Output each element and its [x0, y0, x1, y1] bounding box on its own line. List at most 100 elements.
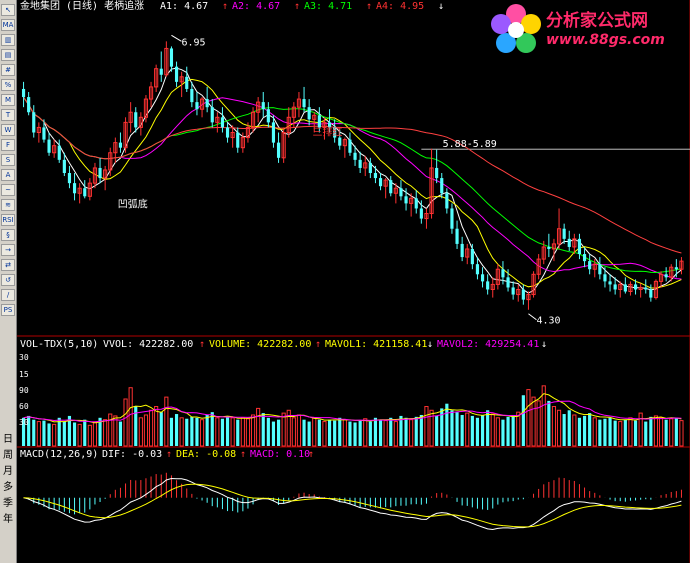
toolbar-button[interactable]: F [1, 139, 15, 151]
volume-bar [225, 416, 230, 446]
volume-bar [358, 420, 362, 446]
volume-bar [399, 415, 403, 446]
macd-label: MACD: 0.10 [250, 449, 311, 460]
volume-bar [118, 421, 123, 446]
volume-bar [608, 417, 612, 446]
toolbar-button[interactable]: M [1, 94, 15, 106]
candle-body [577, 238, 582, 255]
mavol1-arrow-icon: ↓ [427, 339, 434, 350]
low-price-label: 4.30 [536, 316, 560, 327]
toolbar-button[interactable]: ▤ [1, 49, 15, 61]
volume-bar [42, 420, 46, 446]
volume-bar [353, 422, 357, 446]
toolbar-button[interactable]: § [1, 229, 15, 241]
toolbar-button[interactable]: RSI [1, 214, 15, 226]
toolbar-button[interactable]: # [1, 64, 15, 76]
toolbar-button[interactable]: T [1, 109, 15, 121]
candle-body [169, 48, 174, 67]
high-price-label: 6.95 [181, 37, 205, 48]
volume-bar [317, 419, 321, 446]
toolbar-button[interactable]: ▥ [1, 34, 15, 46]
candle-body [582, 254, 587, 262]
ma60-line [23, 96, 682, 254]
candle-body [210, 107, 214, 123]
period-button[interactable]: 日 [0, 432, 16, 448]
volume-bar [633, 420, 638, 446]
period-button[interactable]: 月 [0, 464, 16, 480]
volume-bar [333, 420, 337, 446]
candle-body [506, 277, 510, 288]
volume-bar [562, 414, 566, 446]
toolbar-button[interactable]: PS [1, 304, 15, 316]
main-indicator-title: 金地集团 (日线) 老柄追涨 [20, 1, 145, 12]
volume-bar [577, 417, 582, 446]
toolbar-button[interactable]: A [1, 169, 15, 181]
period-button[interactable]: 季 [0, 496, 16, 512]
volume-bar [230, 417, 235, 447]
volume-bar [475, 417, 480, 446]
resistance-price-label: 5.88-5.89 [443, 139, 497, 150]
annotation-pointer [528, 313, 537, 321]
volume-bar [480, 414, 485, 446]
candle-body [486, 281, 490, 290]
volume-bar [393, 421, 398, 447]
toolbar-button[interactable]: % [1, 79, 15, 91]
toolbar-button[interactable]: ↖ [1, 4, 15, 16]
volume-bar [455, 412, 459, 446]
volume-bar [62, 421, 66, 446]
toolbar-button[interactable]: MA [1, 19, 15, 31]
candle-body [195, 102, 199, 110]
volume-bar [582, 415, 587, 446]
volume-bar [470, 415, 474, 446]
a4-label: A4: 4.95 [376, 1, 425, 12]
toolbar-button[interactable]: ⇄ [1, 259, 15, 271]
volume-bar [404, 417, 408, 446]
toolbar-button[interactable]: ≋ [1, 199, 15, 211]
volume-bar [307, 421, 311, 446]
toolbar-button[interactable]: → [1, 244, 15, 256]
toolbar-button[interactable]: ~ [1, 184, 15, 196]
candle-body [205, 99, 209, 108]
volume-bar [52, 423, 57, 447]
volume-bar [516, 411, 521, 447]
candle-body [225, 127, 230, 138]
volume-bar [250, 414, 256, 447]
vol-axis-tick: 30 [19, 353, 29, 362]
volume-bar [32, 419, 36, 446]
volume-bar [435, 415, 439, 446]
volume-bar [123, 398, 128, 447]
volume-bar [638, 412, 643, 447]
candle-body [302, 99, 306, 108]
candle-body [307, 107, 311, 120]
vol-axis-tick: 30 [19, 418, 29, 427]
candle-body [649, 289, 653, 298]
period-button[interactable]: 年 [0, 512, 16, 528]
period-button[interactable]: 多 [0, 480, 16, 496]
candle-body [399, 188, 403, 197]
volume-bar [245, 418, 251, 447]
candle-body [317, 115, 321, 128]
toolbar-button[interactable]: ↺ [1, 274, 15, 286]
volume-bar [236, 419, 240, 446]
volume-bar [87, 424, 92, 447]
ma20-line [23, 96, 682, 280]
period-button[interactable]: 周 [0, 448, 16, 464]
volume-bar [296, 414, 302, 447]
toolbar-button[interactable]: W [1, 124, 15, 136]
mavol2-label: MAVOL2: 429254.41 [437, 339, 540, 350]
toolbar-button[interactable]: / [1, 289, 15, 301]
vol-axis-tick: 15 [19, 370, 29, 379]
candle-body [623, 284, 627, 292]
volume-bar [322, 421, 327, 447]
chart-area[interactable]: 6.95 凹弧底 三排红 5.88-5.89 4.30 [17, 0, 690, 563]
volume-bar [92, 422, 98, 447]
volume-bar [598, 419, 602, 446]
dea-line [23, 483, 682, 528]
flower-logo-icon [491, 4, 541, 53]
toolbar-button[interactable]: S [1, 154, 15, 166]
volume-bar [490, 413, 495, 447]
mavol5-line [23, 393, 682, 424]
volume-bar [368, 421, 372, 446]
volume-bar [256, 407, 261, 447]
volume-bar [679, 420, 684, 447]
